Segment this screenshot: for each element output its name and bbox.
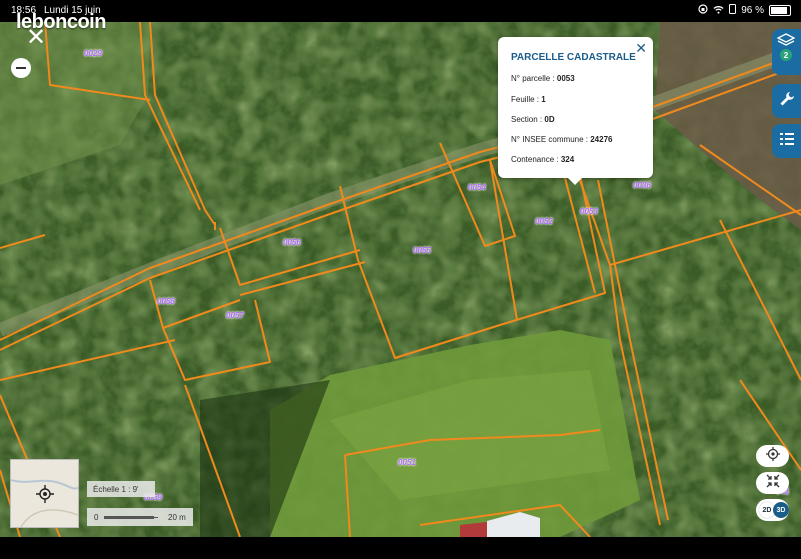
- parcel-label-0057[interactable]: 0057: [226, 311, 244, 320]
- view-mode-toggle[interactable]: 2D 3D: [756, 499, 789, 521]
- parcel-label-0051[interactable]: 0051: [398, 458, 416, 467]
- row-label: Contenance :: [511, 155, 559, 164]
- popup-row-contenance: Contenance : 324: [511, 155, 574, 164]
- minimap-canvas: [11, 479, 78, 527]
- parcel-label-0056[interactable]: 0056: [283, 238, 301, 247]
- row-label: Section :: [511, 115, 543, 124]
- parcel-label-0029[interactable]: 0029: [84, 49, 102, 58]
- parcel-info-popup: PARCELLE CADASTRALE ✕ N° parcelle : 0053…: [498, 37, 653, 185]
- status-bar: 18:56 Lundi 15 juin 96 %: [0, 0, 801, 22]
- aerial-map[interactable]: 0029 0054 0036 0053 0052 0056 0055 0058 0057 0051…: [0, 22, 801, 537]
- bottom-bar: [0, 537, 801, 559]
- row-value: 1: [541, 95, 546, 104]
- locate-icon: [765, 446, 780, 466]
- minimap-road: [20, 509, 78, 527]
- scale-bar: 0 20 m: [87, 508, 193, 526]
- row-label: N° parcelle :: [511, 74, 555, 83]
- scale-bar-tail: [154, 517, 158, 518]
- popup-close-icon[interactable]: ✕: [635, 40, 647, 57]
- wrench-icon: [779, 91, 795, 112]
- parcel-label-0055[interactable]: 0055: [413, 246, 431, 255]
- scale-bar-segment: [104, 516, 154, 519]
- popup-row-section: Section : 0D: [511, 115, 555, 124]
- status-indicators: 96 %: [698, 4, 791, 17]
- zoom-out-button[interactable]: [11, 58, 31, 78]
- legend-list-icon: [779, 131, 795, 152]
- zoom-out-icon: [16, 67, 26, 69]
- close-icon[interactable]: ✕: [26, 26, 46, 50]
- parcel-label-0036[interactable]: 0036: [633, 181, 651, 190]
- battery-icon: [769, 5, 791, 16]
- fullscreen-button[interactable]: [756, 472, 789, 494]
- parcel-label-0052[interactable]: 0052: [535, 217, 553, 226]
- popup-row-feuille: Feuille : 1: [511, 95, 546, 104]
- fullscreen-icon: [766, 474, 780, 493]
- parcel-label-0058[interactable]: 0058: [157, 297, 175, 306]
- row-value: 0D: [544, 115, 555, 124]
- overview-minimap[interactable]: [10, 459, 79, 528]
- legend-button[interactable]: [772, 124, 801, 158]
- popup-row-insee: N° INSEE commune : 24276: [511, 135, 612, 144]
- row-value: 24276: [590, 135, 613, 144]
- popup-row-parcelle: N° parcelle : 0053: [511, 74, 575, 83]
- wifi-icon: [713, 5, 724, 17]
- locate-button[interactable]: [756, 445, 789, 467]
- layers-button[interactable]: 2: [772, 29, 801, 75]
- row-value: 324: [560, 155, 575, 164]
- row-value: 0053: [556, 74, 575, 83]
- tools-button[interactable]: [772, 84, 801, 118]
- row-label: Feuille :: [511, 95, 540, 104]
- scale-ratio: Échelle 1 : 9': [87, 481, 155, 497]
- lock-rotation-icon: [698, 4, 708, 17]
- scale-distance: 20 m: [168, 513, 186, 522]
- parcel-label-0054[interactable]: 0054: [468, 183, 486, 192]
- layers-count-badge: 2: [780, 49, 792, 61]
- scale-zero: 0: [94, 513, 99, 522]
- battery-percent: 96 %: [741, 5, 764, 16]
- minimap-target-dot: [43, 492, 47, 496]
- popup-title: PARCELLE CADASTRALE: [511, 52, 636, 63]
- parcel-label-0053[interactable]: 0053: [580, 207, 598, 216]
- sim-icon: [729, 4, 737, 17]
- row-label: N° INSEE commune :: [511, 135, 588, 144]
- view-3d-option[interactable]: 3D: [773, 502, 789, 518]
